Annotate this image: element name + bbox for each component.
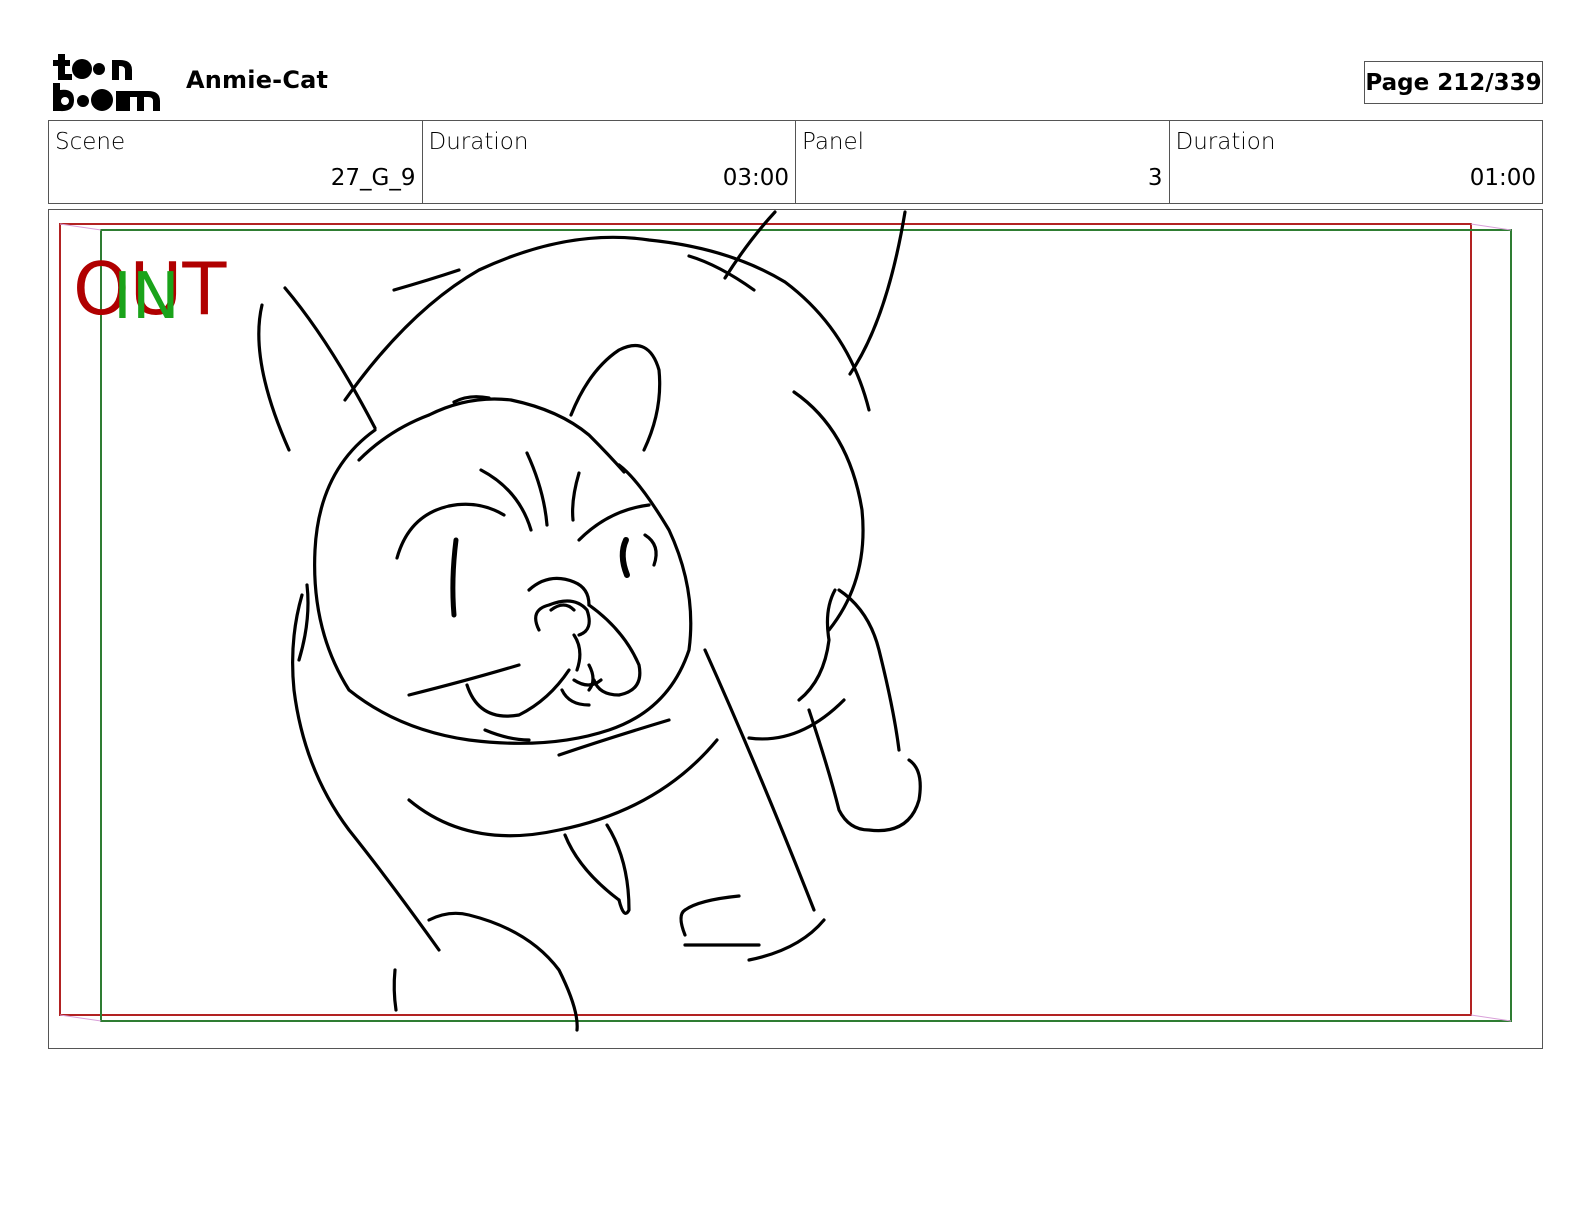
toon-boom-logo	[50, 50, 166, 114]
panel-label: Panel	[802, 129, 865, 155]
scene-duration-value: 03:00	[722, 165, 789, 191]
storyboard-panel: OUT IN	[48, 209, 1543, 1049]
panel-value: 3	[1147, 165, 1163, 191]
page-indicator: Page 212/339	[1364, 61, 1543, 104]
panel-drawing: OUT IN	[59, 210, 1512, 1032]
toon-boom-logo-icon	[53, 54, 160, 112]
panel-duration-value: 01:00	[1469, 165, 1536, 191]
scene-label: Scene	[55, 129, 126, 155]
project-title: Anmie-Cat	[186, 66, 329, 94]
scene-value: 27_G_9	[330, 165, 416, 191]
in-label: IN	[113, 260, 180, 334]
panel-info-table: Scene 27_G_9 Duration 03:00 Panel 3 Dura…	[48, 120, 1543, 204]
panel-duration-label: Duration	[1175, 129, 1276, 155]
scene-duration-cell: Duration 03:00	[423, 121, 796, 203]
cat-sketch	[257, 210, 922, 1032]
scene-duration-label: Duration	[428, 129, 529, 155]
panel-cell: Panel 3	[796, 121, 1170, 203]
out-frame	[59, 223, 1472, 1016]
in-frame	[100, 229, 1512, 1022]
panel-duration-cell: Duration 01:00	[1170, 121, 1543, 203]
scene-cell: Scene 27_G_9	[49, 121, 423, 203]
